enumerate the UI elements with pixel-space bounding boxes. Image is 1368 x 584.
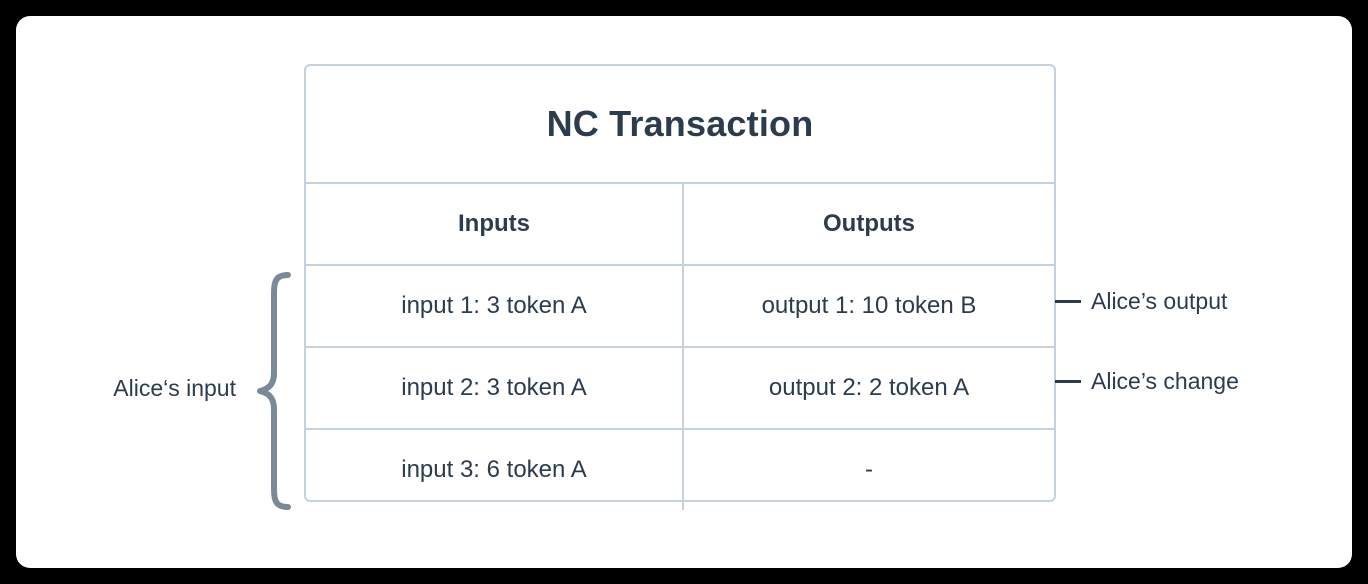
alice-output-label: Alice’s output [1091, 288, 1228, 314]
input-cell-1: input 1: 3 token A [306, 266, 684, 346]
transaction-grid: Inputs Outputs input 1: 3 token A output… [304, 182, 1056, 510]
output-cell-3: - [865, 456, 873, 483]
input-cell-3: input 3: 6 token A [306, 430, 684, 510]
inputs-annotation-group: Alice‘s input [56, 271, 306, 516]
column-header-outputs: Outputs [823, 210, 915, 237]
alice-output-annotation: Alice’s output [1055, 288, 1227, 315]
dash-marker-icon [1055, 300, 1081, 303]
input-cell-2: input 2: 3 token A [306, 348, 684, 428]
transaction-title-box: NC Transaction [304, 64, 1056, 184]
column-header-inputs: Inputs [306, 184, 684, 264]
diagram-stage: NC Transaction Inputs Outputs input 1: 3… [16, 16, 1352, 568]
output-cell-2: output 2: 2 token A [768, 374, 970, 401]
dash-marker-icon [1055, 380, 1081, 383]
alice-change-label: Alice’s change [1091, 368, 1239, 394]
table-row: input 3: 6 token A - [306, 430, 1054, 510]
alice-change-annotation: Alice’s change [1055, 368, 1239, 395]
output-cell-1: output 1: 10 token B [761, 292, 977, 319]
alice-input-label: Alice‘s input [113, 375, 236, 401]
page-title: NC Transaction [546, 103, 814, 144]
table-row: input 1: 3 token A output 1: 10 token B [306, 266, 1054, 348]
diagram-card: NC Transaction Inputs Outputs input 1: 3… [16, 16, 1352, 568]
transaction-table: NC Transaction Inputs Outputs input 1: 3… [304, 64, 1056, 510]
table-row: input 2: 3 token A output 2: 2 token A [306, 348, 1054, 430]
curly-brace-icon [257, 272, 291, 510]
table-header-row: Inputs Outputs [306, 184, 1054, 266]
